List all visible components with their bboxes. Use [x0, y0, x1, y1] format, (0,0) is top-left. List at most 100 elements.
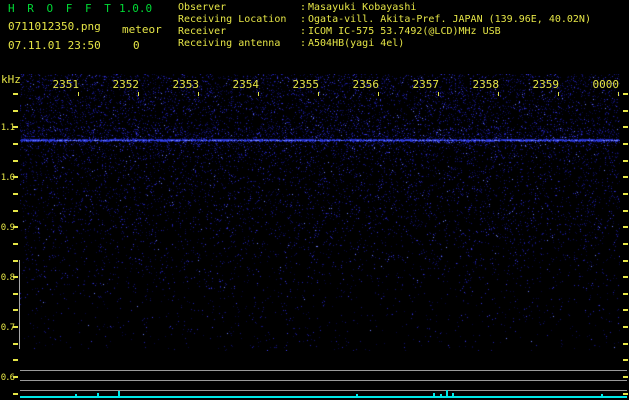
station-row: Receiving antenna : A504HB(yagi 4el): [178, 38, 591, 50]
freq-tick-right: [623, 110, 628, 112]
freq-label: 0.9: [0, 223, 14, 233]
freq-tick-right: [623, 293, 628, 295]
freq-tick-left: [13, 110, 18, 112]
station-value: Masayuki Kobayashi: [308, 2, 416, 14]
signal-peak: [440, 394, 442, 397]
freq-tick-left: [13, 260, 18, 262]
station-value: A504HB(yagi 4el): [308, 38, 404, 50]
signal-peak: [75, 394, 77, 397]
time-tick: [558, 92, 559, 96]
freq-tick-right: [623, 226, 628, 228]
file-name: 0711012350.png: [8, 21, 101, 33]
signal-peak: [356, 394, 358, 397]
station-label: Observer: [178, 2, 300, 14]
freq-unit-label: kHz: [1, 74, 21, 86]
freq-tick-left: [13, 326, 18, 328]
freq-tick-left: [13, 160, 18, 162]
level-scale-line: [19, 260, 20, 349]
freq-tick-right: [623, 210, 628, 212]
station-colon: :: [300, 26, 308, 38]
time-label: 2354: [221, 79, 259, 90]
freq-tick-right: [623, 126, 628, 128]
signal-peak: [601, 394, 603, 397]
freq-label: 0.7: [0, 323, 14, 333]
signal-baseline: [20, 396, 627, 398]
freq-label: 1.0: [0, 173, 14, 183]
reference-line: [20, 390, 627, 391]
station-label: Receiving antenna: [178, 38, 300, 50]
reference-line: [20, 370, 627, 371]
freq-tick-left: [13, 393, 18, 395]
time-label: 2351: [41, 79, 79, 90]
station-label: Receiving Location: [178, 14, 300, 26]
signal-peak: [452, 393, 454, 397]
freq-tick-left: [13, 126, 18, 128]
station-value: ICOM IC-575 53.7492(@LCD)MHz USB: [308, 26, 501, 38]
time-label: 2352: [101, 79, 139, 90]
freq-tick-left: [13, 309, 18, 311]
time-tick: [378, 92, 379, 96]
freq-tick-right: [623, 193, 628, 195]
signal-peak: [118, 391, 120, 397]
freq-tick-right: [623, 260, 628, 262]
time-tick: [258, 92, 259, 96]
station-colon: :: [300, 2, 308, 14]
freq-tick-left: [13, 376, 18, 378]
signal-peak: [446, 390, 448, 397]
station-row: Observer : Masayuki Kobayashi: [178, 2, 591, 14]
freq-tick-right: [623, 309, 628, 311]
station-value: Ogata-vill. Akita-Pref. JAPAN (139.96E, …: [308, 14, 591, 26]
freq-tick-left: [13, 143, 18, 145]
freq-tick-left: [13, 93, 18, 95]
freq-tick-left: [13, 276, 18, 278]
time-label: 2359: [521, 79, 559, 90]
station-row: Receiving Location : Ogata-vill. Akita-P…: [178, 14, 591, 26]
station-row: Receiver : ICOM IC-575 53.7492(@LCD)MHz …: [178, 26, 591, 38]
time-tick: [78, 92, 79, 96]
freq-tick-left: [13, 343, 18, 345]
freq-tick-right: [623, 243, 628, 245]
freq-tick-left: [13, 210, 18, 212]
time-tick: [438, 92, 439, 96]
app-version: 1.0.0: [119, 3, 152, 15]
freq-tick-right: [623, 276, 628, 278]
app-title: H R O F F T: [8, 3, 114, 15]
freq-tick-right: [623, 143, 628, 145]
time-tick: [318, 92, 319, 96]
station-info: Observer : Masayuki Kobayashi Receiving …: [178, 2, 591, 50]
freq-tick-left: [13, 293, 18, 295]
freq-tick-left: [13, 193, 18, 195]
freq-tick-right: [623, 343, 628, 345]
freq-label: 1.1: [0, 123, 14, 133]
station-colon: :: [300, 14, 308, 26]
signal-peak: [97, 393, 99, 397]
hrofft-output: H R O F F T 1.0.0 0711012350.png meteor …: [0, 0, 629, 400]
capture-mode: meteor: [122, 24, 162, 36]
time-label: 2358: [461, 79, 499, 90]
freq-tick-right: [623, 376, 628, 378]
freq-tick-right: [623, 93, 628, 95]
reference-line: [20, 380, 627, 381]
station-label: Receiver: [178, 26, 300, 38]
time-label: 2357: [401, 79, 439, 90]
time-label: 2355: [281, 79, 319, 90]
time-label: 2356: [341, 79, 379, 90]
freq-tick-right: [623, 359, 628, 361]
time-label: 2353: [161, 79, 199, 90]
time-label: 0000: [581, 79, 619, 90]
signal-peak: [433, 393, 435, 397]
freq-tick-right: [623, 326, 628, 328]
freq-tick-left: [13, 359, 18, 361]
freq-tick-left: [13, 226, 18, 228]
freq-tick-left: [13, 176, 18, 178]
time-tick: [618, 92, 619, 96]
station-colon: :: [300, 38, 308, 50]
time-tick: [498, 92, 499, 96]
freq-label: 0.8: [0, 273, 14, 283]
freq-tick-left: [13, 243, 18, 245]
echo-count: 0: [133, 40, 140, 52]
freq-tick-right: [623, 393, 628, 395]
time-tick: [198, 92, 199, 96]
freq-label: 0.6: [0, 373, 14, 383]
spectrogram-canvas: [20, 74, 620, 351]
